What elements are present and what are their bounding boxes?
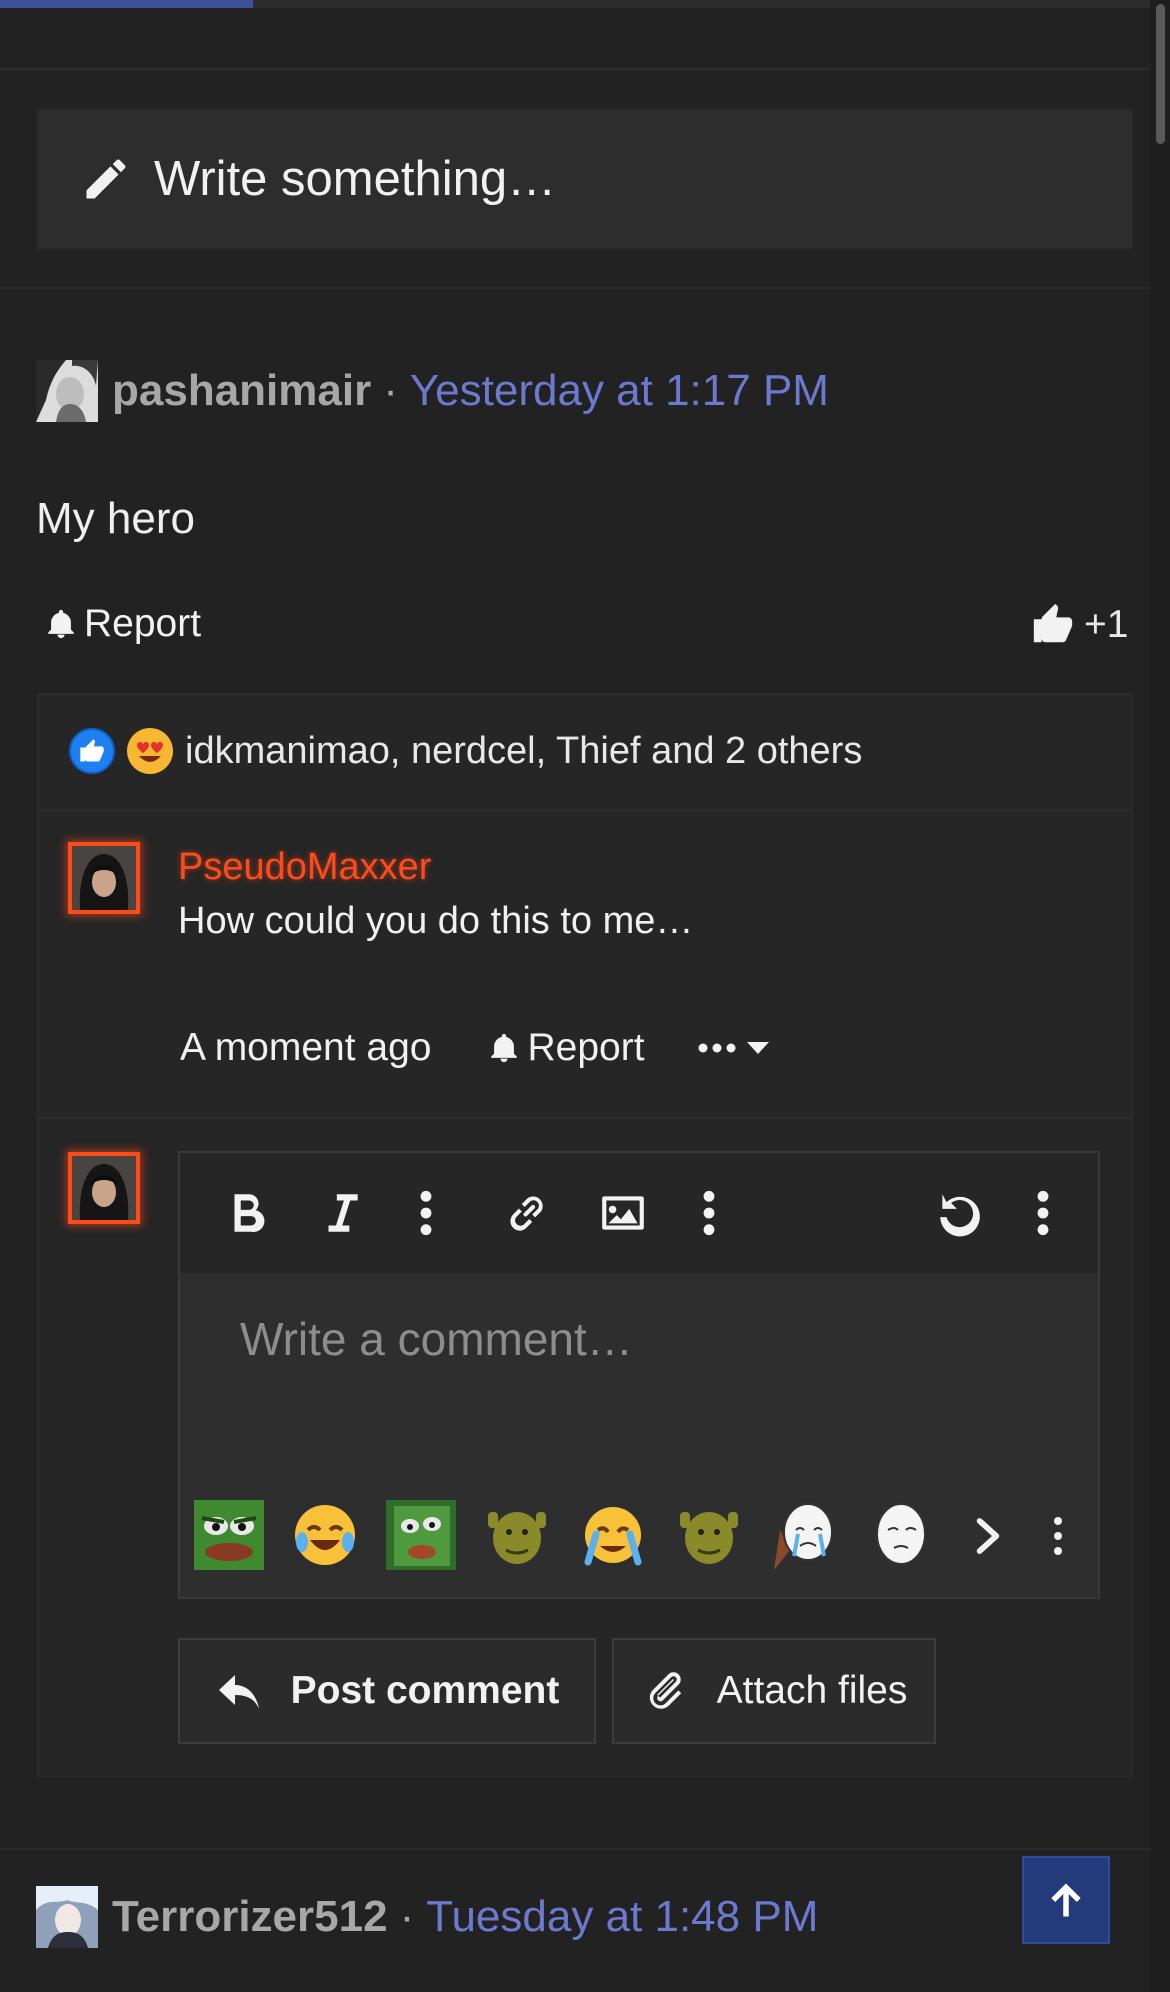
bell-icon xyxy=(48,609,74,639)
shrek-emoji[interactable] xyxy=(674,1500,744,1570)
caret-down-icon xyxy=(746,1042,769,1054)
post-comment-label: Post comment xyxy=(290,1669,560,1712)
current-user-avatar xyxy=(68,1152,140,1224)
comment-avatar[interactable] xyxy=(68,842,140,914)
undo-button[interactable] xyxy=(934,1188,984,1238)
more-formatting-button[interactable] xyxy=(401,1188,451,1238)
more-vertical-icon xyxy=(1037,1190,1049,1236)
scroll-to-top-button[interactable] xyxy=(1022,1856,1110,1944)
paperclip-icon xyxy=(649,1672,681,1709)
reply-icon xyxy=(218,1675,259,1709)
more-vertical-icon xyxy=(420,1190,432,1236)
comment-meta: A moment ago Report xyxy=(180,1026,771,1070)
image-icon xyxy=(602,1196,644,1230)
post-timestamp[interactable]: Tuesday at 1:48 PM xyxy=(426,1892,818,1942)
bell-icon xyxy=(491,1033,518,1063)
reading-progress-bar xyxy=(0,0,253,8)
italic-icon xyxy=(328,1194,358,1232)
bold-button[interactable] xyxy=(222,1188,272,1238)
thumbs-up-icon xyxy=(1033,603,1073,643)
avatar[interactable] xyxy=(36,360,98,422)
attach-files-label: Attach files xyxy=(716,1669,908,1712)
like-count: +1 xyxy=(1084,603,1129,646)
crying-face-emoji[interactable] xyxy=(578,1500,648,1570)
more-vertical-icon xyxy=(703,1190,715,1236)
separator: · xyxy=(383,366,398,415)
more-insert-button[interactable] xyxy=(684,1188,734,1238)
comment-input-placeholder[interactable]: Write a comment… xyxy=(240,1312,633,1366)
bold-icon xyxy=(234,1194,265,1232)
attach-files-button[interactable]: Attach files xyxy=(612,1638,936,1744)
avatar[interactable] xyxy=(36,1886,98,1948)
post-username[interactable]: pashanimair xyxy=(112,366,371,416)
more-vertical-icon[interactable] xyxy=(1048,1516,1068,1556)
report-label: Report xyxy=(84,602,202,645)
wojak-crying-emoji[interactable] xyxy=(770,1500,840,1570)
separator: · xyxy=(399,1892,415,1941)
report-button[interactable]: Report xyxy=(44,602,201,646)
divider xyxy=(0,68,1150,70)
comment-report-button[interactable]: Report xyxy=(487,1026,645,1070)
divider xyxy=(37,1117,1133,1119)
pepe-angry-emoji[interactable] xyxy=(194,1500,264,1570)
post-body: My hero xyxy=(36,494,195,543)
insert-link-button[interactable] xyxy=(502,1188,552,1238)
italic-button[interactable] xyxy=(316,1188,366,1238)
like-button[interactable]: +1 xyxy=(1030,602,1128,648)
post-header: pashanimair · Yesterday at 1:17 PM xyxy=(36,358,829,424)
heart-eyes-reaction-icon xyxy=(127,728,173,774)
insert-image-button[interactable] xyxy=(598,1188,648,1238)
divider xyxy=(0,1848,1150,1850)
more-options-button[interactable] xyxy=(697,1040,771,1056)
comment-username[interactable]: PseudoMaxxer xyxy=(178,846,431,889)
like-reaction-icon xyxy=(69,728,115,774)
post-comment-button[interactable]: Post comment xyxy=(178,1638,596,1744)
write-something-label: Write something… xyxy=(154,152,557,206)
reactions-summary[interactable]: idkmanimao, nerdcel, Thief and 2 others xyxy=(185,730,862,773)
arrow-up-icon xyxy=(1051,1883,1081,1917)
chevron-right-icon[interactable] xyxy=(968,1514,1008,1558)
post-username[interactable]: Terrorizer512 xyxy=(112,1892,388,1942)
more-editor-options-button[interactable] xyxy=(1018,1188,1068,1238)
ellipsis-icon xyxy=(698,1043,736,1053)
shrek-emoji[interactable] xyxy=(482,1500,552,1570)
comment-text: How could you do this to me… xyxy=(178,900,694,942)
scrollbar-thumb[interactable] xyxy=(1156,4,1165,144)
report-label: Report xyxy=(527,1026,645,1069)
post-timestamp[interactable]: Yesterday at 1:17 PM xyxy=(410,366,829,416)
link-icon xyxy=(510,1196,543,1231)
emoji-picker-row xyxy=(180,1500,1098,1576)
pepe-green-emoji[interactable] xyxy=(386,1500,456,1570)
divider xyxy=(0,287,1150,289)
scrollbar[interactable] xyxy=(1150,0,1170,1992)
post-header: Terrorizer512 · Tuesday at 1:48 PM xyxy=(36,1884,818,1950)
write-something-box[interactable]: Write something… xyxy=(36,108,1134,250)
wojak-face-emoji[interactable] xyxy=(866,1500,936,1570)
undo-icon xyxy=(940,1194,980,1237)
pencil-icon xyxy=(86,159,126,199)
crying-laughing-emoji[interactable] xyxy=(290,1500,360,1570)
reactions-bar[interactable]: idkmanimao, nerdcel, Thief and 2 others xyxy=(37,693,1133,811)
comment-timestamp[interactable]: A moment ago xyxy=(180,1026,431,1070)
